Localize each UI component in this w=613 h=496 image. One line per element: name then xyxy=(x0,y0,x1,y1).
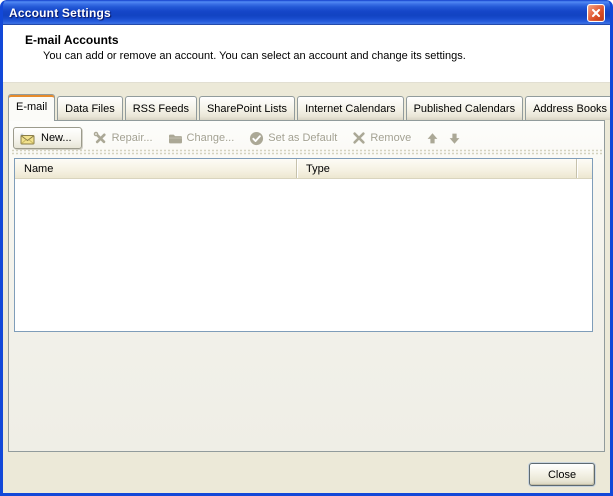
window-title: Account Settings xyxy=(0,6,111,20)
set-as-default-button[interactable]: Set as Default xyxy=(249,131,337,146)
remove-account-button[interactable]: Remove xyxy=(352,131,411,145)
accounts-list-body[interactable] xyxy=(15,179,592,331)
tab-published-calendars[interactable]: Published Calendars xyxy=(406,96,524,120)
repair-account-button[interactable]: Repair... xyxy=(93,131,153,146)
change-account-button[interactable]: Change... xyxy=(168,132,235,145)
tab-strip: E-mail Data Files RSS Feeds SharePoint L… xyxy=(8,96,613,121)
toolbar-grip-texture xyxy=(11,149,602,155)
move-up-button[interactable] xyxy=(426,132,439,145)
page-title: E-mail Accounts xyxy=(25,33,610,47)
move-up-icon xyxy=(426,132,439,145)
set-default-check-icon xyxy=(249,131,264,146)
dialog-header: E-mail Accounts You can add or remove an… xyxy=(3,25,610,83)
tab-rss-feeds[interactable]: RSS Feeds xyxy=(125,96,197,120)
tab-address-books[interactable]: Address Books xyxy=(525,96,613,120)
accounts-list-header: Name Type xyxy=(15,159,592,179)
email-tab-panel: New... Repair... xyxy=(8,120,605,452)
column-header-name[interactable]: Name xyxy=(15,159,296,178)
change-folder-icon xyxy=(168,132,183,145)
new-account-button[interactable]: New... xyxy=(13,127,82,149)
dialog-body: E-mail Data Files RSS Feeds SharePoint L… xyxy=(3,83,610,493)
accounts-list: Name Type xyxy=(14,158,593,332)
column-header-type[interactable]: Type xyxy=(296,159,576,178)
accounts-toolbar: New... Repair... xyxy=(13,125,600,151)
tab-internet-calendars[interactable]: Internet Calendars xyxy=(297,96,404,120)
account-settings-dialog: Account Settings E-mail Accounts You can… xyxy=(0,0,613,496)
change-account-label: Change... xyxy=(187,132,235,144)
column-header-spacer xyxy=(576,159,592,178)
repair-account-label: Repair... xyxy=(112,132,153,144)
repair-tools-icon xyxy=(93,131,108,146)
new-account-label: New... xyxy=(41,132,72,144)
title-bar: Account Settings xyxy=(0,0,613,25)
remove-x-icon xyxy=(352,131,366,145)
close-button[interactable]: Close xyxy=(529,463,595,486)
remove-account-label: Remove xyxy=(370,132,411,144)
move-down-button[interactable] xyxy=(448,132,461,145)
tab-email[interactable]: E-mail xyxy=(8,94,55,121)
tab-data-files[interactable]: Data Files xyxy=(57,96,123,120)
move-down-icon xyxy=(448,132,461,145)
set-as-default-label: Set as Default xyxy=(268,132,337,144)
tab-sharepoint-lists[interactable]: SharePoint Lists xyxy=(199,96,295,120)
close-icon[interactable] xyxy=(587,4,605,22)
new-mail-icon xyxy=(18,131,36,145)
page-description: You can add or remove an account. You ca… xyxy=(43,50,610,62)
